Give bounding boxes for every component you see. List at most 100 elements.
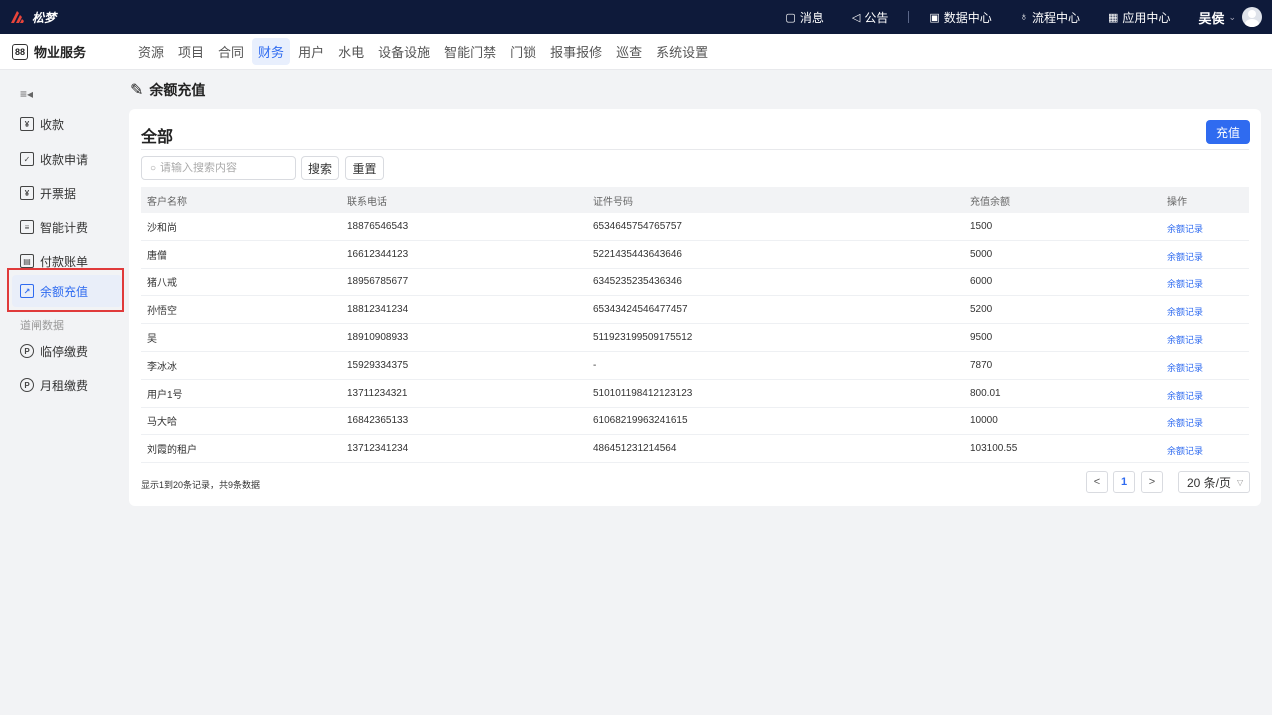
chevron-down-icon[interactable]: ⌄ — [1228, 12, 1236, 23]
table-cell: 沙和尚 — [147, 222, 177, 234]
table-cell-action: 余额记录 — [1167, 352, 1203, 379]
balance-record-link[interactable]: 余额记录 — [1167, 389, 1203, 402]
balance-record-link[interactable]: 余额记录 — [1167, 416, 1203, 429]
recharge-icon: ↗ — [20, 284, 34, 298]
tab-6[interactable]: 设备设施 — [372, 38, 436, 65]
user-name[interactable]: 吴侯 — [1184, 8, 1224, 27]
brand-logo[interactable]: 松梦 — [8, 8, 56, 26]
table-cell: 16842365133 — [347, 415, 409, 427]
sidebar-item-bill[interactable]: ▤ 付款账单 — [12, 245, 122, 277]
sidebar-item-receipt[interactable]: ¥ 收款 — [12, 108, 122, 140]
balance-record-link[interactable]: 余额记录 — [1167, 333, 1203, 346]
search-input[interactable] — [160, 162, 291, 174]
tab-7[interactable]: 智能门禁 — [438, 38, 502, 65]
top-nav-label: 公告 — [864, 10, 889, 25]
column-header: 操作 — [1167, 196, 1187, 208]
recharge-button[interactable]: 充值 — [1206, 120, 1250, 144]
balance-record-link[interactable]: 余额记录 — [1167, 361, 1203, 374]
tab-11[interactable]: 系统设置 — [650, 38, 714, 65]
balance-record-link[interactable]: 余额记录 — [1167, 277, 1203, 290]
tab-2[interactable]: 合同 — [212, 38, 250, 65]
module-title-label: 物业服务 — [34, 45, 87, 60]
sidebar-group-label: 道闸数据 — [20, 320, 64, 332]
table-cell: 65343424546477457 — [593, 304, 688, 316]
tab-5[interactable]: 水电 — [332, 38, 370, 65]
table-cell: 510101198412123123 — [593, 387, 693, 399]
search-input-wrapper[interactable]: ○ — [141, 156, 296, 180]
card-title: 全部 — [141, 129, 174, 146]
page-size-label: 20 条/页 — [1187, 475, 1232, 490]
reset-button[interactable]: 重置 — [345, 156, 384, 180]
top-nav-label: 数据中心 — [943, 10, 992, 25]
workflow-icon: ♁ — [1019, 11, 1028, 23]
table-cell: 刘霞的租户 — [147, 445, 197, 457]
table-row: 刘霞的租户 13712341234 486451231214564 103100.55… — [141, 435, 1249, 464]
table-cell: 猪八戒 — [147, 278, 177, 290]
table-cell: 13711234321 — [347, 387, 408, 399]
column-header: 客户名称 — [147, 196, 187, 208]
table-cell: 18956785677 — [347, 276, 409, 288]
tab-4[interactable]: 用户 — [292, 38, 330, 65]
table-row: 猪八戒 18956785677 6345235235436346 6000 余额记录 — [141, 269, 1249, 297]
sidebar-item-label: 月租缴费 — [40, 378, 89, 393]
sidebar-item-application[interactable]: ✓ 收款申请 — [12, 143, 122, 175]
top-nav-label: 流程中心 — [1032, 10, 1081, 25]
prev-page-button[interactable]: < — [1086, 471, 1108, 493]
sidebar-item-label: 付款账单 — [40, 254, 89, 269]
apps-icon: ▦ — [1108, 11, 1119, 24]
sidebar-item-invoice[interactable]: ¥ 开票据 — [12, 177, 122, 209]
billing-icon: ≡ — [20, 220, 34, 234]
sidebar-item-temp-parking[interactable]: P 临停缴费 — [12, 335, 122, 367]
table-cell: 唐僧 — [147, 250, 167, 262]
module-title[interactable]: 88 物业服务 — [0, 42, 128, 61]
application-icon: ✓ — [20, 152, 34, 166]
table-row: 吴 18910908933 511923199509175512 9500 余额记录 — [141, 324, 1249, 352]
sidebar-item-monthly-parking[interactable]: P 月租缴费 — [12, 369, 122, 401]
sidebar-item-label: 收款 — [40, 117, 65, 132]
divider — [141, 149, 1249, 150]
top-nav-message[interactable]: ▢ 消息 — [771, 9, 837, 26]
content-card: 全部 充值 ○ 搜索 重置 客户名称 联系电话 证件号码 充值余额 操作沙和尚 18876… — [129, 109, 1261, 506]
tab-10[interactable]: 巡查 — [610, 38, 648, 65]
sidebar-item-billing[interactable]: ≡ 智能计费 — [12, 211, 122, 243]
balance-record-link[interactable]: 余额记录 — [1167, 222, 1203, 235]
column-header: 联系电话 — [347, 196, 387, 208]
tab-8[interactable]: 门锁 — [504, 38, 542, 65]
balance-record-link[interactable]: 余额记录 — [1167, 305, 1203, 318]
tab-0[interactable]: 资源 — [132, 38, 170, 65]
table-cell: - — [593, 359, 597, 371]
sidebar-item-label: 余额充值 — [40, 284, 89, 299]
table-cell: 18910908933 — [347, 332, 409, 344]
top-nav-workflow[interactable]: ♁ 流程中心 — [1006, 9, 1094, 26]
tab-1[interactable]: 项目 — [172, 38, 210, 65]
table-cell: 吴 — [147, 334, 157, 346]
balance-record-link[interactable]: 余额记录 — [1167, 444, 1203, 457]
tab-9[interactable]: 报事报修 — [544, 38, 608, 65]
top-nav-announcement[interactable]: ◁ 公告 — [838, 9, 902, 26]
page-size-select[interactable]: 20 条/页 ▽ — [1178, 471, 1250, 493]
table-cell: 10000 — [970, 415, 998, 427]
table-cell-action: 余额记录 — [1167, 213, 1203, 240]
bill-icon: ▤ — [20, 254, 34, 268]
tab-3[interactable]: 财务 — [252, 38, 291, 65]
avatar[interactable] — [1242, 7, 1262, 27]
page-number-button[interactable]: 1 — [1113, 471, 1135, 493]
temp-parking-icon: P — [20, 344, 34, 358]
table-cell-action: 余额记录 — [1167, 324, 1203, 351]
table-cell: 16612344123 — [347, 248, 409, 260]
sidebar-item-recharge[interactable]: ↗ 余额充值 — [12, 275, 122, 307]
table-cell-action: 余额记录 — [1167, 380, 1203, 407]
sidebar-collapse-icon[interactable]: ≡◂ — [20, 87, 33, 101]
top-nav-data-center[interactable]: ▣ 数据中心 — [915, 9, 1005, 26]
next-page-button[interactable]: > — [1141, 471, 1163, 493]
table-cell: 13712341234 — [347, 443, 409, 455]
top-bar: 松梦 ▢ 消息 ◁ 公告 ▣ 数据中心 ♁ 流程中心 ▦ 应用中心 吴侯 ⌄ — [0, 0, 1272, 34]
table-cell: 18876546543 — [347, 220, 409, 232]
balance-record-link[interactable]: 余额记录 — [1167, 250, 1203, 263]
table-row: 用户1号 13711234321 510101198412123123 800.01 余… — [141, 380, 1249, 408]
search-button[interactable]: 搜索 — [301, 156, 339, 180]
top-nav-apps[interactable]: ▦ 应用中心 — [1094, 9, 1184, 26]
module-nav: 资源 项目 合同 财务 用户 水电 设备设施 智能门禁 门锁 报事报修 巡查 系统设置 — [132, 38, 714, 65]
receipt-icon: ¥ — [20, 117, 34, 131]
page-title: 余额充值 — [149, 82, 206, 98]
